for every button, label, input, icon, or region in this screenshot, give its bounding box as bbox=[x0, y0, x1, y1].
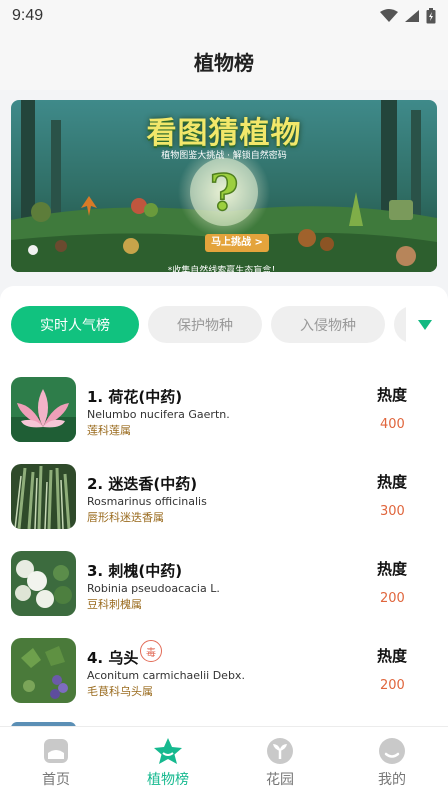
star-icon bbox=[154, 738, 182, 764]
heat-label: 热度 bbox=[377, 473, 408, 491]
sprout-icon bbox=[267, 738, 293, 764]
heat-label: 热度 bbox=[377, 560, 408, 578]
plant-thumbnail bbox=[11, 464, 76, 529]
ranking-tabs: 实时人气榜 保护物种 入侵物种 bbox=[0, 286, 448, 354]
plant-latin-name: Rosmarinus officinalis bbox=[87, 495, 207, 508]
signal-icon bbox=[405, 10, 419, 22]
status-bar: 9:49 bbox=[0, 0, 448, 32]
plant-family: 毛茛科乌头属 bbox=[87, 685, 153, 698]
aconite-image bbox=[11, 638, 76, 703]
plant-family: 莲科莲属 bbox=[87, 424, 131, 437]
nav-profile-label: 我的 bbox=[378, 772, 406, 788]
plant-family: 唇形科迷迭香属 bbox=[87, 511, 164, 524]
banner-subtitle: 植物图鉴大挑战 · 解锁自然密码 bbox=[161, 151, 287, 161]
plant-name: 2. 迷迭香(中药) bbox=[87, 475, 198, 493]
profile-icon bbox=[379, 738, 405, 764]
tabs-expand-button[interactable] bbox=[406, 306, 444, 343]
heat-value: 400 bbox=[380, 417, 405, 432]
toxic-badge: 毒 bbox=[140, 640, 162, 662]
black-locust-image bbox=[11, 551, 76, 616]
svg-text:?: ? bbox=[209, 163, 238, 222]
banner-title: 看图猜植物 bbox=[146, 116, 302, 151]
plant-thumbnail bbox=[11, 638, 76, 703]
plant-name: 3. 刺槐(中药) bbox=[87, 562, 183, 580]
page-title: 植物榜 bbox=[194, 50, 254, 75]
title-bar: 植物榜 bbox=[0, 32, 448, 90]
tab-popular[interactable]: 实时人气榜 bbox=[11, 306, 139, 343]
plant-latin-name: Robinia pseudoacacia L. bbox=[87, 582, 220, 595]
status-icons bbox=[380, 8, 436, 24]
list-item[interactable]: 1. 荷花(中药) Nelumbo nucifera Gaertn. 莲科莲属 … bbox=[0, 354, 448, 442]
nav-home[interactable]: 首页 bbox=[0, 727, 112, 796]
plant-thumbnail bbox=[11, 551, 76, 616]
tab-protected[interactable]: 保护物种 bbox=[148, 306, 262, 343]
banner-cta-button[interactable]: 马上挑战 > bbox=[205, 234, 269, 252]
nav-garden[interactable]: 花园 bbox=[224, 727, 336, 796]
tab-invasive[interactable]: 入侵物种 bbox=[271, 306, 385, 343]
heat-value: 300 bbox=[380, 504, 405, 519]
bottom-nav: 首页 植物榜 花园 我的 bbox=[0, 726, 448, 796]
nav-ranking[interactable]: 植物榜 bbox=[112, 727, 224, 796]
list-item[interactable]: 3. 刺槐(中药) Robinia pseudoacacia L. 豆科刺槐属 … bbox=[0, 528, 448, 616]
nav-ranking-label: 植物榜 bbox=[147, 772, 189, 788]
lotus-image bbox=[11, 377, 76, 442]
home-icon bbox=[44, 739, 68, 763]
heat-label: 热度 bbox=[377, 647, 408, 665]
nav-home-label: 首页 bbox=[42, 772, 70, 788]
plant-latin-name: Nelumbo nucifera Gaertn. bbox=[87, 408, 230, 421]
plant-thumbnail bbox=[11, 377, 76, 442]
battery-icon bbox=[426, 8, 436, 24]
plant-latin-name: Aconitum carmichaelii Debx. bbox=[87, 669, 245, 682]
nav-profile[interactable]: 我的 bbox=[336, 727, 448, 796]
heat-value: 200 bbox=[380, 678, 405, 693]
rosemary-image bbox=[11, 464, 76, 529]
banner-note: *收集自然线索赢生态盲盒！ bbox=[167, 266, 281, 272]
heat-value: 200 bbox=[380, 591, 405, 606]
list-item[interactable]: 4. 乌头 毒 Aconitum carmichaelii Debx. 毛茛科乌… bbox=[0, 615, 448, 703]
nav-garden-label: 花园 bbox=[266, 772, 294, 788]
plant-name: 4. 乌头 bbox=[87, 649, 139, 667]
wifi-icon bbox=[380, 9, 398, 22]
challenge-banner[interactable]: ? 看图猜植物 植物图鉴大挑战 · 解锁自然密码 马上挑战 > *收集自然线索赢… bbox=[11, 100, 437, 272]
status-time: 9:49 bbox=[12, 7, 44, 24]
plant-name: 1. 荷花(中药) bbox=[87, 388, 183, 406]
heat-label: 热度 bbox=[377, 386, 408, 404]
plant-family: 豆科刺槐属 bbox=[87, 598, 142, 611]
triangle-down-icon bbox=[418, 319, 432, 330]
list-item[interactable]: 2. 迷迭香(中药) Rosmarinus officinalis 唇形科迷迭香… bbox=[0, 441, 448, 529]
plant-list: 1. 荷花(中药) Nelumbo nucifera Gaertn. 莲科莲属 … bbox=[0, 354, 448, 726]
